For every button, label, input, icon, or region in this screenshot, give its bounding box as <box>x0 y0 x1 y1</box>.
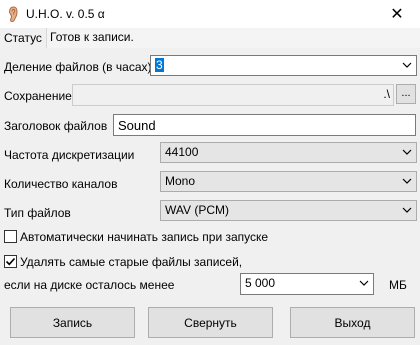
split-label: Деление файлов (в часах) <box>4 60 152 74</box>
title-bar: U.H.O. v. 0.5 α ✕ <box>0 0 420 28</box>
header-label: Заголовок файлов <box>4 119 108 133</box>
minimize-button[interactable]: Свернуть <box>148 307 273 338</box>
minimize-button-label: Свернуть <box>184 315 237 330</box>
record-button-label: Запись <box>52 315 93 330</box>
checkmark-icon <box>5 257 16 266</box>
disk-threshold-value: 5 000 <box>245 276 276 290</box>
sample-rate-label: Частота дискретизации <box>4 148 135 162</box>
file-type-label: Тип файлов <box>4 206 71 220</box>
sample-rate-combo[interactable]: 44100 <box>160 142 417 163</box>
disk-threshold-label: если на диске осталось менее <box>4 278 175 292</box>
record-button[interactable]: Запись <box>10 307 135 338</box>
chevron-down-icon <box>402 178 412 184</box>
chevron-down-icon <box>359 280 369 286</box>
channels-label: Количество каналов <box>4 177 118 191</box>
chevron-down-icon <box>402 149 412 155</box>
autostart-label[interactable]: Автоматически начинать запись при запуск… <box>20 230 268 244</box>
exit-button-label: Выход <box>334 315 371 330</box>
ear-icon <box>8 6 18 22</box>
window-title: U.H.O. v. 0.5 α <box>26 7 105 21</box>
split-hours-combo[interactable]: 3 <box>150 55 417 76</box>
header-input[interactable]: Sound <box>113 114 416 136</box>
split-hours-value: 3 <box>155 58 164 72</box>
file-type-value: WAV (PCM) <box>165 203 229 217</box>
close-icon: ✕ <box>390 6 404 23</box>
sample-rate-value: 44100 <box>165 145 199 159</box>
channels-value: Mono <box>165 174 196 188</box>
chevron-down-icon <box>402 207 412 213</box>
status-label: Статус <box>4 31 42 45</box>
status-value: Готов к записи. <box>46 28 420 48</box>
browse-button[interactable]: ... <box>396 84 416 104</box>
save-path-value: .\ <box>383 87 390 101</box>
save-path-field: .\ <box>72 84 394 106</box>
close-button[interactable]: ✕ <box>374 0 420 28</box>
chevron-down-icon <box>402 62 412 68</box>
disk-unit-label: МБ <box>389 278 407 292</box>
delete-old-checkbox[interactable] <box>4 255 17 268</box>
channels-combo[interactable]: Mono <box>160 171 417 192</box>
autostart-checkbox[interactable] <box>4 230 17 243</box>
exit-button[interactable]: Выход <box>290 307 415 338</box>
disk-threshold-combo[interactable]: 5 000 <box>240 273 374 295</box>
file-type-combo[interactable]: WAV (PCM) <box>160 200 417 221</box>
delete-old-label[interactable]: Удалять самые старые файлы записей, <box>20 255 242 269</box>
save-label: Сохранение <box>4 89 72 103</box>
